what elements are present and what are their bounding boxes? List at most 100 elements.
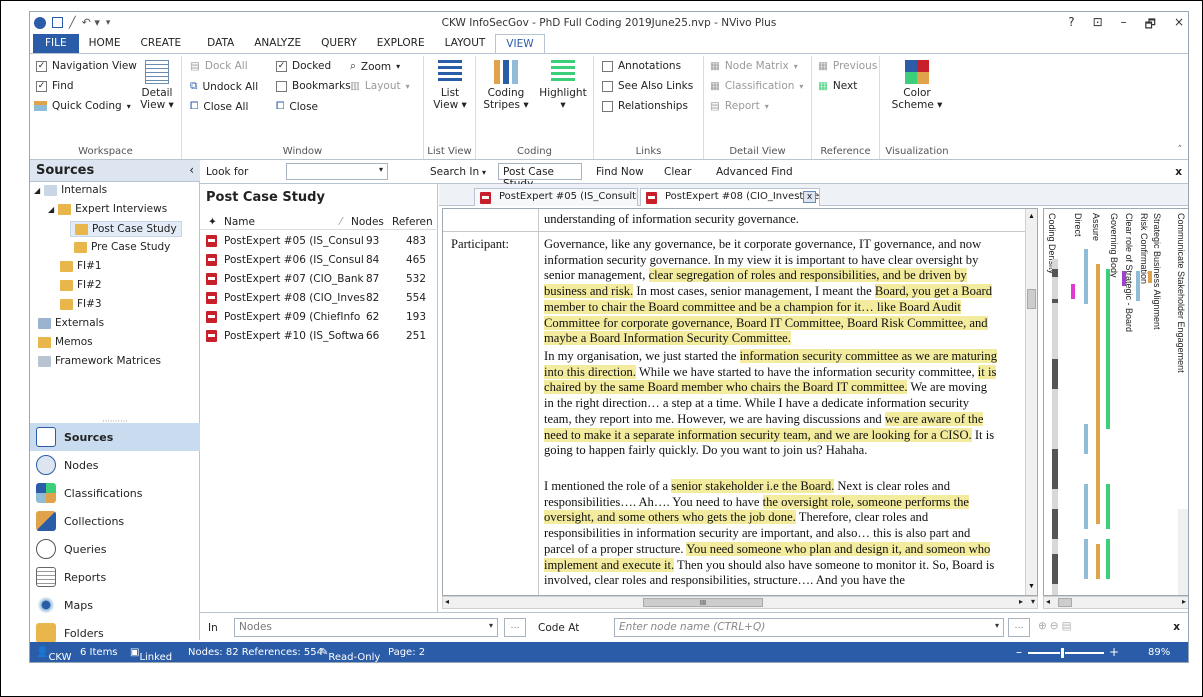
detail-view-button[interactable]: Detail View ▾ — [136, 60, 178, 111]
in-nodes-combobox[interactable]: Nodes ▾ — [234, 618, 498, 637]
tab-file[interactable]: FILE — [33, 34, 79, 53]
restore-button[interactable]: 🗗 — [1145, 15, 1156, 36]
tree-item-fi3[interactable]: FI#3 — [60, 298, 102, 310]
tree-item-post-case-study[interactable]: Post Case Study — [70, 221, 182, 237]
docked-toggle[interactable]: ✓ Docked — [276, 60, 331, 72]
nav-maps-button[interactable]: Maps — [30, 591, 200, 619]
coding-stripe-green[interactable] — [1106, 484, 1110, 529]
tab-analyze[interactable]: ANALYZE — [244, 34, 311, 53]
find-now-button[interactable]: Find Now — [596, 166, 644, 178]
advanced-find-button[interactable]: Advanced Find — [716, 166, 793, 178]
search-scope-box[interactable]: Post Case Study — [498, 163, 582, 190]
zoom-out-button[interactable]: – — [1016, 645, 1022, 659]
coding-stripe-blue[interactable] — [1084, 249, 1088, 304]
document-content[interactable]: understanding of information security go… — [442, 208, 1038, 596]
tab-home[interactable]: HOME — [79, 34, 131, 53]
tree-item-internals[interactable]: ◢ Internals — [34, 184, 107, 196]
code-at-browse-button[interactable]: … — [1008, 618, 1030, 637]
scroll-left-icon[interactable]: ◂ — [445, 597, 449, 606]
code-uncode-icons[interactable]: ⊕⊖▤ — [1038, 620, 1075, 632]
list-row[interactable]: PostExpert #09 (ChiefInfo 62 193 — [200, 308, 438, 326]
scroll-up-icon[interactable]: ▲ — [1028, 209, 1035, 225]
scroll-right-icon[interactable]: ▸ — [1182, 597, 1186, 606]
quick-coding-toggle[interactable]: Quick Coding ▾ — [34, 100, 131, 112]
scroll-thumb[interactable] — [1027, 289, 1036, 309]
tab-data[interactable]: DATA — [197, 34, 244, 53]
report-button[interactable]: ▤ Report ▾ — [710, 100, 769, 112]
coding-stripe-purple[interactable] — [1122, 271, 1126, 286]
scroll-right-icon[interactable]: ▸ — [1019, 597, 1023, 606]
scroll-down-icon[interactable]: ▼ — [1028, 579, 1035, 595]
coding-stripe-orange[interactable] — [1148, 271, 1152, 283]
layout-button[interactable]: ▥ Layout ▾ — [350, 80, 410, 92]
tree-item-fi1[interactable]: FI#1 — [60, 260, 102, 272]
nav-queries-button[interactable]: Queries — [30, 535, 200, 563]
dock-all-button[interactable]: ▤ Dock All — [190, 60, 248, 72]
scroll-left-icon[interactable]: ◂ — [1046, 597, 1050, 606]
tree-item-fi2[interactable]: FI#2 — [60, 279, 102, 291]
tab-postexpert-05[interactable]: PostExpert #05 (IS_Consultin — [474, 188, 638, 206]
list-row[interactable]: PostExpert #05 (IS_Consul 93 483 — [200, 232, 438, 250]
help-button[interactable]: ? — [1068, 15, 1074, 36]
list-row[interactable]: PostExpert #06 (IS_Consul 84 465 — [200, 251, 438, 269]
classification-button[interactable]: ▦ Classification ▾ — [710, 80, 803, 92]
column-references[interactable]: Referen — [392, 216, 433, 228]
column-nodes[interactable]: Nodes — [351, 216, 384, 228]
coding-stripe-green[interactable] — [1106, 539, 1110, 579]
tree-item-expert-interviews[interactable]: ◢ Expert Interviews — [48, 203, 167, 215]
tree-item-framework-matrices[interactable]: Framework Matrices — [38, 355, 161, 367]
tab-create[interactable]: CREATE — [130, 34, 191, 53]
hscroll-thumb[interactable]: III — [643, 598, 763, 607]
tab-layout[interactable]: LAYOUT — [435, 34, 496, 53]
clear-button[interactable]: Clear — [664, 166, 691, 178]
nav-classifications-button[interactable]: Classifications — [30, 479, 200, 507]
list-row[interactable]: PostExpert #08 (CIO_Inves 82 554 — [200, 289, 438, 307]
highlight-button[interactable]: Highlight ▾ — [536, 60, 590, 111]
ribbon-display-button[interactable]: ⊡ — [1093, 15, 1103, 36]
annotations-toggle[interactable]: Annotations — [602, 60, 681, 72]
tree-item-pre-case-study[interactable]: Pre Case Study — [74, 241, 170, 253]
nav-reports-button[interactable]: Reports — [30, 563, 200, 591]
coding-stripe-blue[interactable] — [1084, 424, 1088, 454]
stripes-vertical-track[interactable] — [1178, 509, 1188, 595]
collapse-nav-icon[interactable]: ‹ — [189, 163, 194, 177]
column-name[interactable]: Name — [224, 216, 255, 228]
previous-button[interactable]: ▦ Previous — [818, 60, 877, 72]
sort-pin-icon[interactable]: ✦ — [208, 216, 217, 228]
stripes-horizontal-scrollbar[interactable]: ◂ ▸ — [1043, 596, 1188, 609]
relationships-toggle[interactable]: Relationships — [602, 100, 688, 112]
tab-postexpert-08[interactable]: PostExpert #08 (CIO_Investme x — [640, 188, 820, 206]
zoom-in-button[interactable]: + — [1109, 645, 1119, 659]
coding-density-segment[interactable] — [1052, 359, 1058, 389]
tab-explore[interactable]: EXPLORE — [367, 34, 435, 53]
in-browse-button[interactable]: … — [504, 618, 526, 637]
coding-stripe-blue[interactable] — [1084, 539, 1088, 579]
coding-stripe-magenta[interactable] — [1071, 284, 1075, 299]
zoom-slider[interactable] — [1028, 652, 1104, 654]
code-at-input[interactable]: Enter node name (CTRL+Q) ▾ — [614, 618, 1004, 637]
see-also-links-toggle[interactable]: See Also Links — [602, 80, 693, 92]
bookmarks-toggle[interactable]: Bookmarks — [276, 80, 351, 92]
document-vertical-scrollbar[interactable]: ▲ ▼ — [1025, 209, 1037, 595]
list-row[interactable]: PostExpert #10 (IS_Softwa 66 251 — [200, 327, 438, 345]
close-find-icon[interactable]: x — [1175, 166, 1182, 178]
scroll-dropdown-icon[interactable]: ▾ — [1031, 597, 1035, 606]
next-button[interactable]: ▦ Next — [818, 80, 857, 92]
tab-view[interactable]: VIEW — [495, 34, 545, 53]
coding-density-segment[interactable] — [1052, 449, 1058, 489]
coding-stripe-orange[interactable] — [1096, 544, 1100, 579]
tab-query[interactable]: QUERY — [311, 34, 367, 53]
close-button[interactable]: ⧠ Close — [276, 100, 318, 113]
node-matrix-button[interactable]: ▦ Node Matrix ▾ — [710, 60, 798, 72]
coding-density-segment[interactable] — [1052, 299, 1058, 303]
nav-nodes-button[interactable]: Nodes — [30, 451, 200, 479]
close-tab-icon[interactable]: x — [803, 191, 816, 203]
search-in-dropdown-icon[interactable]: ▾ — [482, 168, 486, 177]
close-code-bar-icon[interactable]: x — [1173, 621, 1180, 633]
zoom-button[interactable]: ⌕ Zoom ▾ — [350, 60, 400, 73]
coding-stripes-button[interactable]: Coding Stripes ▾ — [480, 60, 532, 111]
close-window-button[interactable]: × — [1174, 15, 1184, 36]
nav-collections-button[interactable]: Collections — [30, 507, 200, 535]
coding-density-segment[interactable] — [1052, 269, 1058, 277]
document-horizontal-scrollbar[interactable]: ◂ III ▸ ▾ — [442, 596, 1038, 609]
